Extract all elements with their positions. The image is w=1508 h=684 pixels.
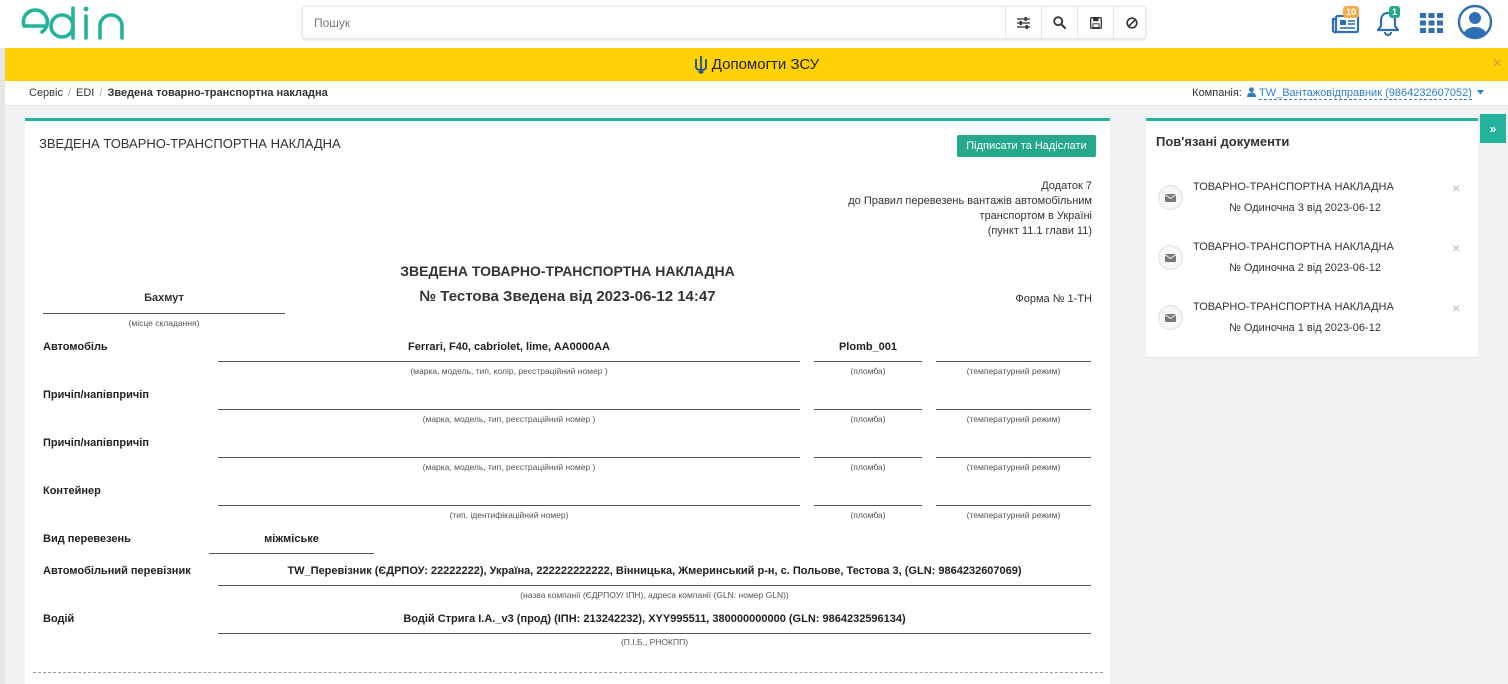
- transport-type-label: Вид перевезень: [43, 533, 131, 545]
- container-label: Контейнер: [43, 485, 101, 497]
- document-panel: ЗВЕДЕНА ТОВАРНО-ТРАНСПОРТНА НАКЛАДНА Під…: [25, 118, 1110, 684]
- related-document-link[interactable]: ТОВАРНО-ТРАНСПОРТНА НАКЛАДНА: [1193, 181, 1394, 193]
- user-icon: [1246, 87, 1256, 97]
- related-document-item: ТОВАРНО-ТРАНСПОРТНА НАКЛАДНА № Одиночна …: [1146, 175, 1478, 225]
- breadcrumb-edi[interactable]: EDI: [76, 87, 94, 99]
- support-banner: Допомогти ЗСУ ×: [5, 48, 1508, 81]
- remove-link-icon[interactable]: ×: [1452, 241, 1460, 255]
- filter-button[interactable]: [1005, 7, 1041, 38]
- floppy-disk-icon: [1089, 16, 1102, 29]
- car-label: Автомобіль: [43, 341, 108, 353]
- user-profile-button[interactable]: [1456, 3, 1494, 41]
- transport-type-value: міжміське: [264, 533, 319, 545]
- collapse-panel-button[interactable]: »: [1480, 114, 1506, 143]
- related-documents-panel: Пов'язані документи ТОВАРНО-ТРАНСПОРТНА …: [1146, 118, 1478, 358]
- left-edge: [0, 48, 5, 684]
- search-button[interactable]: [1041, 7, 1077, 38]
- document-panel-title: ЗВЕДЕНА ТОВАРНО-ТРАНСПОРТНА НАКЛАДНА: [39, 136, 341, 151]
- container-caption: (тип, ідентифікаційний номер): [449, 510, 569, 520]
- trident-icon: [694, 55, 707, 74]
- company-dropdown[interactable]: TW_Вантажовідправник (9864232607052): [1258, 87, 1472, 100]
- notifications-button[interactable]: 1: [1373, 6, 1407, 38]
- breadcrumb: Сервіс / EDI / Зведена товарно-транспортна н…: [29, 87, 328, 99]
- edin-logo[interactable]: [20, 4, 132, 42]
- sliders-icon: [1017, 16, 1030, 29]
- trailer1-seal-caption: (пломба): [850, 414, 886, 424]
- related-document-item: ТОВАРНО-ТРАНСПОРТНА НАКЛАДНА № Одиночна …: [1146, 235, 1478, 285]
- breadcrumb-current: Зведена товарно-транспортна накладна: [107, 87, 328, 99]
- news-button[interactable]: 10: [1329, 6, 1363, 38]
- car-value: Ferrari, F40, cabriolet, lime, AA0000AA: [408, 341, 610, 353]
- caret-down-icon[interactable]: [1477, 90, 1484, 95]
- car-seal-value: Plomb_001: [838, 341, 898, 353]
- trailer2-label: Причіп/напівпричіп: [43, 437, 149, 449]
- remove-link-icon[interactable]: ×: [1452, 181, 1460, 195]
- form-number: Форма № 1-ТН: [1015, 293, 1092, 305]
- top-header: 10 1: [0, 0, 1508, 48]
- breadcrumb-service[interactable]: Сервіс: [29, 87, 63, 99]
- car-caption: (марка, модель, тип, колір, реєстраційни…: [410, 366, 608, 376]
- apps-menu-button[interactable]: [1415, 6, 1449, 38]
- remove-link-icon[interactable]: ×: [1452, 301, 1460, 315]
- trailer1-label: Причіп/напівпричіп: [43, 389, 149, 401]
- related-document-link[interactable]: ТОВАРНО-ТРАНСПОРТНА НАКЛАДНА: [1193, 241, 1394, 253]
- breadcrumb-bar: Сервіс / EDI / Зведена товарно-транспортна н…: [5, 81, 1508, 106]
- search-icon: [1053, 16, 1066, 29]
- banner-link[interactable]: Допомогти ЗСУ: [712, 56, 819, 73]
- ban-icon: [1125, 16, 1138, 29]
- banner-close-icon[interactable]: ×: [1493, 56, 1502, 72]
- trailer1-caption: (марка, модель, тип, реєстраційний номер…: [422, 414, 596, 424]
- section-divider: [33, 672, 1103, 673]
- company-selector: Компанія: TW_Вантажовідправник (98642326…: [1192, 87, 1484, 100]
- related-document-item: ТОВАРНО-ТРАНСПОРТНА НАКЛАДНА № Одиночна …: [1146, 295, 1478, 345]
- sign-and-send-button[interactable]: Підписати та Надіслати: [957, 135, 1096, 157]
- company-label: Компанія:: [1192, 87, 1242, 99]
- related-document-link[interactable]: ТОВАРНО-ТРАНСПОРТНА НАКЛАДНА: [1193, 301, 1394, 313]
- search-bar: [302, 6, 1146, 39]
- clear-search-button[interactable]: [1113, 7, 1149, 38]
- trailer2-seal-caption: (пломба): [850, 462, 886, 472]
- related-document-number: № Одиночна 1 від 2023-06-12: [1229, 322, 1381, 334]
- carrier-caption: (назва компанії (ЄДРПОУ/ ІПН), адреса ко…: [520, 590, 789, 600]
- driver-value: Водій Стрига І.А._v3 (прод) (ІПН: 213242…: [403, 613, 906, 625]
- car-temp-caption: (температурний режим): [966, 366, 1061, 376]
- trailer1-temp-caption: (температурний режим): [966, 414, 1061, 424]
- search-input[interactable]: [303, 7, 1003, 38]
- carrier-label: Автомобільний перевізник: [43, 565, 191, 577]
- container-seal-caption: (пломба): [850, 510, 886, 520]
- carrier-value: TW_Перевізник (ЄДРПОУ: 22222222), Україн…: [287, 565, 1022, 577]
- container-temp-caption: (температурний режим): [966, 510, 1061, 520]
- grid-icon: [1420, 13, 1443, 33]
- driver-label: Водій: [43, 613, 75, 625]
- driver-caption: (П.І.Б., РНОКПП): [620, 637, 689, 647]
- trailer2-caption: (марка, модель, тип, реєстраційний номер…: [422, 462, 596, 472]
- save-search-button[interactable]: [1077, 7, 1113, 38]
- trailer2-temp-caption: (температурний режим): [966, 462, 1061, 472]
- notifications-count-badge: 1: [1389, 6, 1401, 18]
- news-count-badge: 10: [1343, 6, 1360, 18]
- related-document-number: № Одиночна 2 від 2023-06-12: [1229, 262, 1381, 274]
- avatar-icon: [1457, 4, 1493, 40]
- related-documents-title: Пов'язані документи: [1156, 134, 1290, 149]
- related-document-number: № Одиночна 3 від 2023-06-12: [1229, 202, 1381, 214]
- form-title: ЗВЕДЕНА ТОВАРНО-ТРАНСПОРТНА НАКЛАДНА: [400, 263, 735, 279]
- car-seal-caption: (пломба): [850, 366, 886, 376]
- place-value: Бахмут: [144, 292, 184, 304]
- appendix-note: Додаток 7 до Правил перевезень вантажів …: [848, 180, 1092, 237]
- place-caption: (місце складання): [128, 318, 200, 328]
